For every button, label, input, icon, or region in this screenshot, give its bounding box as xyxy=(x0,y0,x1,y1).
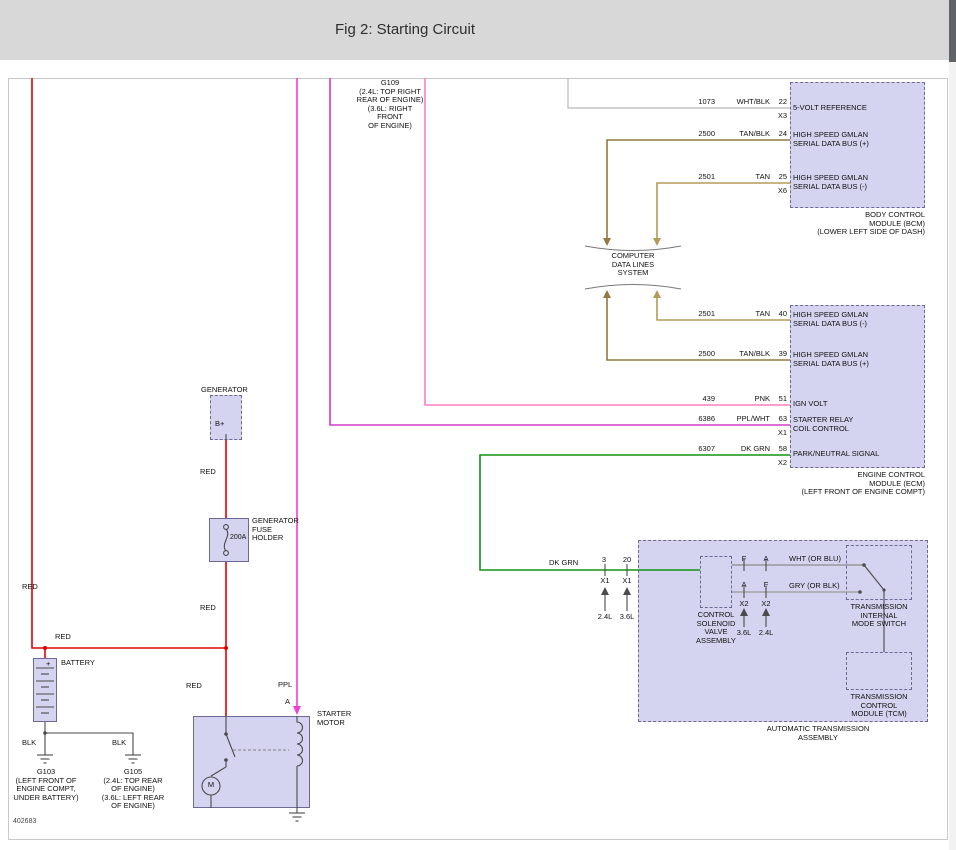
pin-function: PARK/NEUTRAL SIGNAL xyxy=(793,450,879,459)
circuit-number: 2500 xyxy=(685,130,715,139)
wire-color-callout: RED xyxy=(22,583,38,592)
circuit-number: 2501 xyxy=(685,173,715,182)
tcm-caption: TRANSMISSION CONTROL MODULE (TCM) xyxy=(843,693,915,719)
engine-variant-label: 3.6L xyxy=(616,613,638,622)
ground-g103-label: G103 (LEFT FRONT OF ENGINE COMPT, UNDER … xyxy=(8,768,84,802)
pin-number: 3 xyxy=(597,556,611,565)
generator-label: GENERATOR xyxy=(201,386,248,395)
connector-id: X2 xyxy=(759,600,773,609)
pin-number: 24 xyxy=(772,130,787,139)
mode-switch-box xyxy=(846,545,912,600)
wire-color-callout: RED xyxy=(200,604,216,613)
page-title: Fig 2: Starting Circuit xyxy=(0,21,810,38)
wire-color: DK GRN xyxy=(723,445,770,454)
wire-color-callout: DK GRN xyxy=(549,559,578,568)
scrollbar-thumb[interactable] xyxy=(949,0,956,62)
connector-id: X2 xyxy=(737,600,751,609)
diagram-reference-number: 402683 xyxy=(13,818,36,827)
wire-color-callout: RED xyxy=(200,468,216,477)
connector-id: X1 xyxy=(620,577,634,586)
pin-letter: A xyxy=(738,581,750,590)
circuit-number: 439 xyxy=(685,395,715,404)
wire-color: WHT/BLK xyxy=(723,98,770,107)
battery-box xyxy=(33,658,57,722)
fuse-holder-caption: GENERATOR FUSE HOLDER xyxy=(252,517,299,543)
ground-g109-label: G109 (2.4L: TOP RIGHT REAR OF ENGINE) (3… xyxy=(345,79,435,131)
battery-label: BATTERY xyxy=(61,659,95,668)
wire-color: TAN xyxy=(723,310,770,319)
engine-variant-label: 2.4L xyxy=(594,613,616,622)
wire-color-callout: RED xyxy=(186,682,202,691)
mode-switch-caption: TRANSMISSION INTERNAL MODE SWITCH xyxy=(843,603,915,629)
wire-color-callout: BLK xyxy=(112,739,126,748)
pin-function: HIGH SPEED GMLAN SERIAL DATA BUS (+) xyxy=(793,351,869,368)
wire-color: TAN/BLK xyxy=(723,350,770,359)
circuit-number: 6307 xyxy=(685,445,715,454)
pin-number: 40 xyxy=(772,310,787,319)
ecm-box xyxy=(790,305,925,468)
pin-number: 22 xyxy=(772,98,787,107)
wire-color: PNK xyxy=(723,395,770,404)
tcm-box xyxy=(846,652,912,690)
pin-number: 20 xyxy=(619,556,635,565)
engine-variant-label: 2.4L xyxy=(755,629,777,638)
connector-id: X3 xyxy=(770,112,787,121)
ground-g105-label: G105 (2.4L: TOP REAR OF ENGINE) (3.6L: L… xyxy=(95,768,171,811)
wire-color-callout: BLK xyxy=(22,739,36,748)
wire-color: TAN/BLK xyxy=(723,130,770,139)
starter-motor-box xyxy=(193,716,310,808)
starter-a-terminal: A xyxy=(285,698,290,707)
pin-letter: F xyxy=(738,555,750,564)
connector-id: X2 xyxy=(770,459,787,468)
computer-data-lines-label: COMPUTER DATA LINES SYSTEM xyxy=(603,252,663,278)
pin-number: 63 xyxy=(772,415,787,424)
wire-color-callout: GRY (OR BLK) xyxy=(789,582,840,591)
pin-function: 5-VOLT REFERENCE xyxy=(793,104,867,113)
connector-id: X1 xyxy=(598,577,612,586)
connector-id: X6 xyxy=(770,187,787,196)
pin-function: STARTER RELAY COIL CONTROL xyxy=(793,416,853,433)
pin-function: HIGH SPEED GMLAN SERIAL DATA BUS (+) xyxy=(793,131,869,148)
pin-letter: F xyxy=(760,581,772,590)
pin-function: HIGH SPEED GMLAN SERIAL DATA BUS (-) xyxy=(793,174,868,191)
transmission-assembly-caption: AUTOMATIC TRANSMISSION ASSEMBLY xyxy=(748,725,888,742)
starter-motor-caption: STARTER MOTOR xyxy=(317,710,351,727)
ecm-caption: ENGINE CONTROL MODULE (ECM) (LEFT FRONT … xyxy=(790,471,925,497)
solenoid-valve-box xyxy=(700,556,732,608)
page: Fig 2: Starting Circuit xyxy=(0,0,956,850)
pin-number: 39 xyxy=(772,350,787,359)
connector-id: X1 xyxy=(770,429,787,438)
title-bar: Fig 2: Starting Circuit xyxy=(0,0,949,60)
scrollbar-track[interactable] xyxy=(949,0,956,850)
motor-m-symbol: M xyxy=(205,781,217,790)
pin-number: 51 xyxy=(772,395,787,404)
battery-plus-terminal: + xyxy=(46,660,50,669)
wire-color-callout: RED xyxy=(55,633,71,642)
wire-color: PPL/WHT xyxy=(723,415,770,424)
pin-function: HIGH SPEED GMLAN SERIAL DATA BUS (-) xyxy=(793,311,868,328)
wire-color-callout: PPL xyxy=(278,681,292,690)
wire-color-callout: WHT (OR BLU) xyxy=(789,555,841,564)
bcm-caption: BODY CONTROL MODULE (BCM) (LOWER LEFT SI… xyxy=(790,211,925,237)
pin-number: 58 xyxy=(772,445,787,454)
generator-box xyxy=(210,395,242,440)
generator-b-plus-terminal: B+ xyxy=(215,420,224,429)
pin-number: 25 xyxy=(772,173,787,182)
circuit-number: 1073 xyxy=(685,98,715,107)
circuit-number: 2501 xyxy=(685,310,715,319)
fuse-rating: 200A xyxy=(230,534,246,543)
wire-color: TAN xyxy=(723,173,770,182)
pin-function: IGN VOLT xyxy=(793,400,827,409)
pin-letter: A xyxy=(760,555,772,564)
circuit-number: 6386 xyxy=(685,415,715,424)
circuit-number: 2500 xyxy=(685,350,715,359)
engine-variant-label: 3.6L xyxy=(733,629,755,638)
